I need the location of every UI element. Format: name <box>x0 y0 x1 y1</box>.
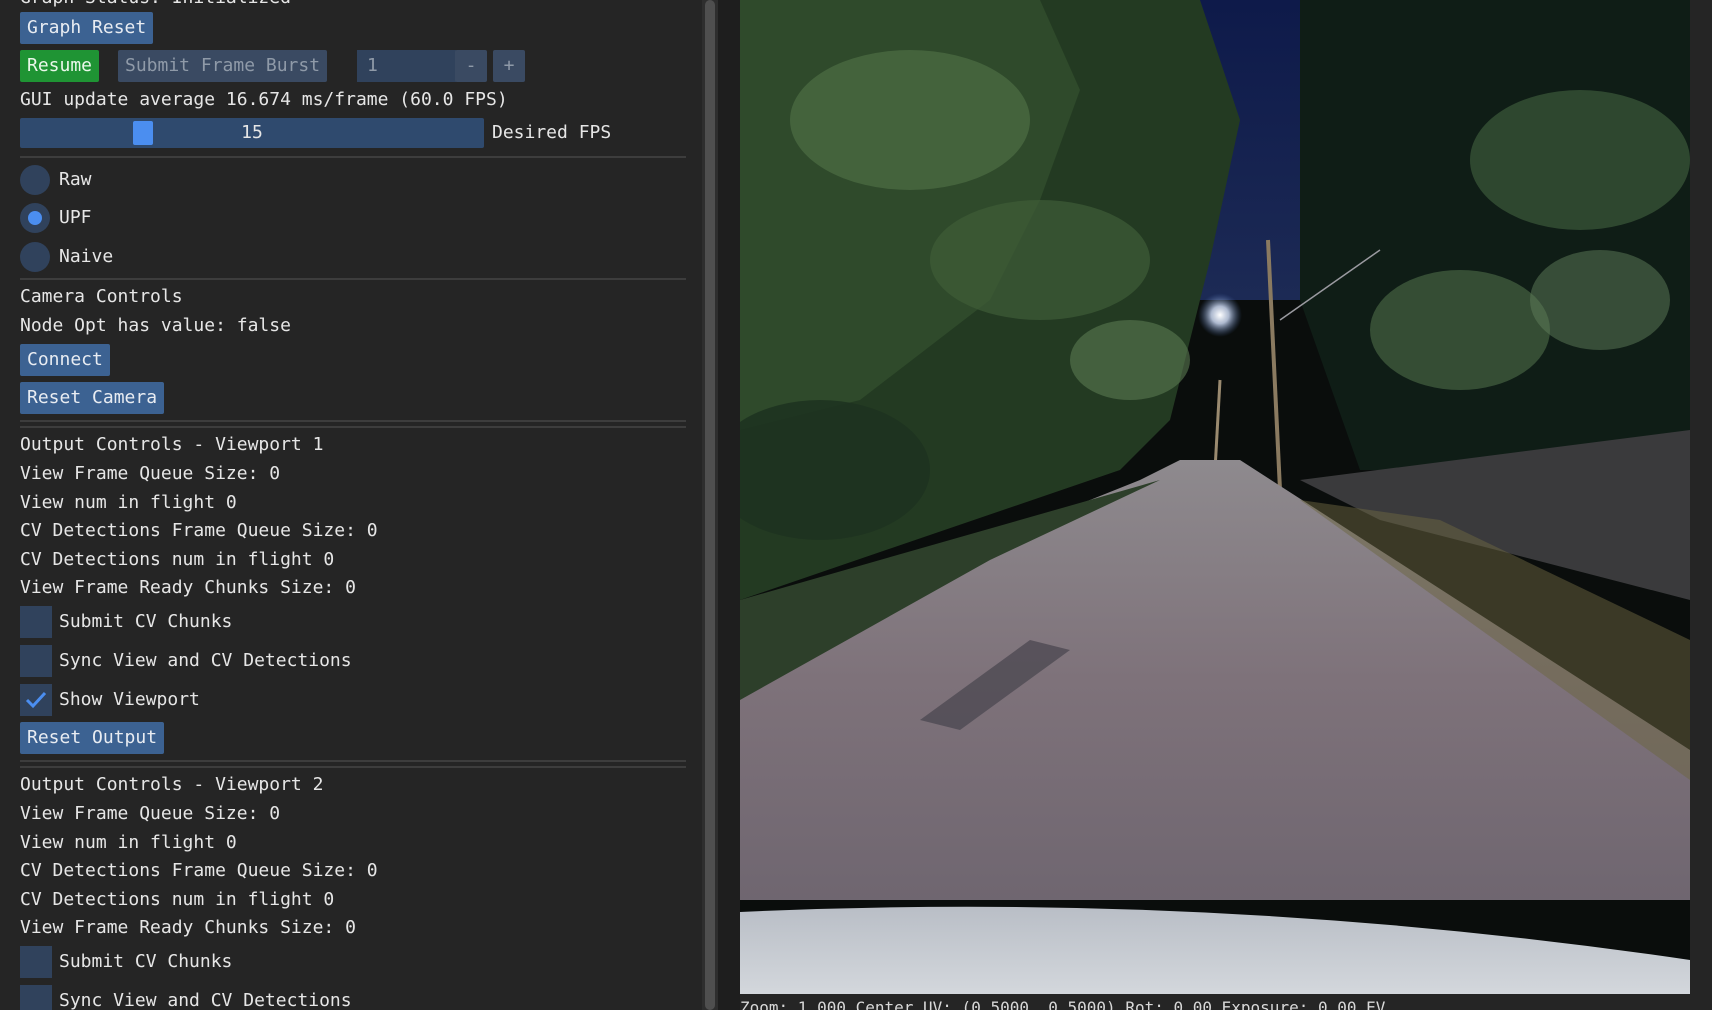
viewport1-stat: View num in flight 0 <box>20 492 237 513</box>
burst-count-input[interactable]: 1 <box>357 50 456 82</box>
decrement-button[interactable]: - <box>455 50 487 82</box>
viewport1-heading: Output Controls - Viewport 1 <box>20 434 324 455</box>
separator <box>20 426 686 428</box>
viewport1-stat: View Frame Ready Chunks Size: 0 <box>20 577 356 598</box>
reset-output-button[interactable]: Reset Output <box>20 722 165 754</box>
radio-naive[interactable] <box>20 242 50 272</box>
submit-cv-chunks-label: Submit CV Chunks <box>59 611 233 632</box>
submit-cv-chunks-checkbox[interactable] <box>20 606 52 638</box>
submit-frame-burst-button[interactable]: Submit Frame Burst <box>118 50 328 82</box>
radio-raw-label: Raw <box>59 169 92 190</box>
viewport2-stat: View Frame Ready Chunks Size: 0 <box>20 917 356 938</box>
camera-controls-heading: Camera Controls <box>20 286 183 307</box>
resume-button[interactable]: Resume <box>20 50 100 82</box>
control-panel: Graph Status: Initialized Graph Reset Re… <box>0 0 702 1010</box>
splitter[interactable] <box>718 0 740 1010</box>
sync-view-cv-checkbox[interactable] <box>20 985 52 1010</box>
radio-naive-label: Naive <box>59 246 114 267</box>
radio-upf-label: UPF <box>59 207 92 228</box>
graph-status-text: Graph Status: Initialized <box>20 0 291 10</box>
viewport1-stat: CV Detections Frame Queue Size: 0 <box>20 520 378 541</box>
graph-reset-button[interactable]: Graph Reset <box>20 12 154 44</box>
reset-camera-button[interactable]: Reset Camera <box>20 382 165 414</box>
separator <box>20 278 686 280</box>
node-opt-text: Node Opt has value: false <box>20 315 291 336</box>
separator <box>20 156 686 158</box>
scrollbar-grab[interactable] <box>705 0 715 1010</box>
increment-button[interactable]: + <box>493 50 525 82</box>
separator <box>20 420 686 422</box>
radio-raw[interactable] <box>20 165 50 195</box>
sync-view-cv-label: Sync View and CV Detections <box>59 650 352 671</box>
viewport2-stat: View num in flight 0 <box>20 832 237 853</box>
video-viewport[interactable] <box>740 0 1690 994</box>
desired-fps-label: Desired FPS <box>492 122 612 143</box>
sync-view-cv-checkbox[interactable] <box>20 645 52 677</box>
desired-fps-value: 15 <box>241 122 263 143</box>
checkmark-icon <box>25 691 47 709</box>
desired-fps-slider[interactable]: 15 <box>20 118 484 148</box>
panel-scrollbar[interactable] <box>702 0 718 1010</box>
gui-update-text: GUI update average 16.674 ms/frame (60.0… <box>20 89 508 110</box>
viewport2-stat: CV Detections Frame Queue Size: 0 <box>20 860 378 881</box>
viewport1-stat: CV Detections num in flight 0 <box>20 549 335 570</box>
viewport2-heading: Output Controls - Viewport 2 <box>20 774 324 795</box>
separator <box>20 760 686 762</box>
show-viewport-checkbox[interactable] <box>20 684 52 716</box>
submit-cv-chunks-checkbox[interactable] <box>20 946 52 978</box>
submit-cv-chunks-label: Submit CV Chunks <box>59 951 233 972</box>
connect-button[interactable]: Connect <box>20 344 110 376</box>
sync-view-cv-label: Sync View and CV Detections <box>59 990 352 1010</box>
road-night-scene-image <box>740 0 1690 994</box>
viewport2-stat: CV Detections num in flight 0 <box>20 889 335 910</box>
show-viewport-label: Show Viewport <box>59 689 200 710</box>
radio-upf[interactable] <box>20 203 50 233</box>
viewport1-stat: View Frame Queue Size: 0 <box>20 463 281 484</box>
viewport2-stat: View Frame Queue Size: 0 <box>20 803 281 824</box>
separator <box>20 766 686 768</box>
viewport-status-bar: Zoom: 1.000 Center UV: (0.5000, 0.5000) … <box>740 998 1386 1010</box>
